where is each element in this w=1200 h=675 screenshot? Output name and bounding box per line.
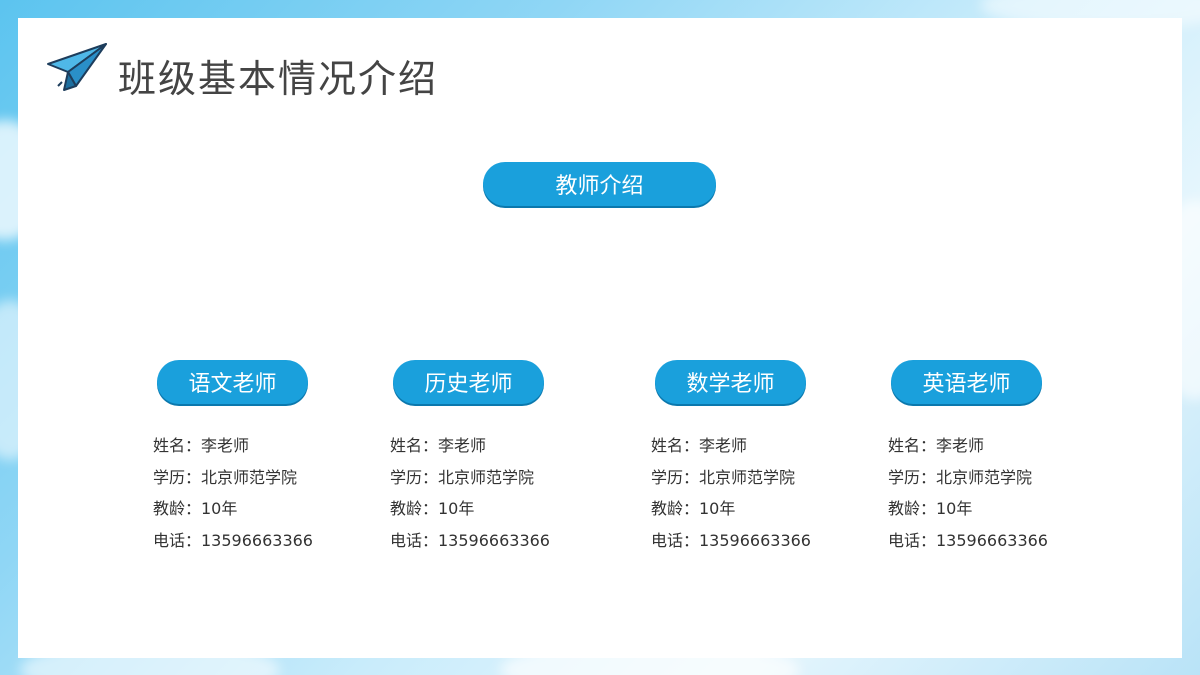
section-pill-teacher-intro: 教师介绍 xyxy=(483,162,716,206)
teacher-name: 姓名：李老师 xyxy=(651,436,748,455)
teacher-name: 姓名：李老师 xyxy=(390,436,487,455)
subject-pill-english: 英语老师 xyxy=(891,360,1042,404)
teacher-info-english: 姓名：李老师 学历：北京师范学院 教龄：10年 电话：13596663366 xyxy=(888,430,1048,556)
teacher-phone: 电话：13596663366 xyxy=(153,530,313,550)
teacher-education: 学历：北京师范学院 xyxy=(153,467,298,487)
page-title: 班级基本情况介绍 xyxy=(118,57,439,101)
content-panel xyxy=(18,18,1182,658)
subject-pill-history: 历史老师 xyxy=(393,360,544,404)
teacher-phone: 电话：13596663366 xyxy=(888,530,1048,550)
teacher-years: 教龄：10年 xyxy=(390,499,475,518)
teacher-education: 学历：北京师范学院 xyxy=(888,467,1033,487)
teacher-info-math: 姓名：李老师 学历：北京师范学院 教龄：10年 电话：13596663366 xyxy=(651,430,811,556)
teacher-name: 姓名：李老师 xyxy=(153,436,250,455)
teacher-education: 学历：北京师范学院 xyxy=(390,467,535,487)
subject-pill-math: 数学老师 xyxy=(655,360,806,404)
teacher-education: 学历：北京师范学院 xyxy=(651,467,796,487)
subject-pill-chinese: 语文老师 xyxy=(157,360,308,404)
teacher-info-history: 姓名：李老师 学历：北京师范学院 教龄：10年 电话：13596663366 xyxy=(390,430,550,556)
paper-plane-icon xyxy=(47,43,107,91)
teacher-years: 教龄：10年 xyxy=(888,499,973,518)
teacher-phone: 电话：13596663366 xyxy=(390,530,550,550)
teacher-name: 姓名：李老师 xyxy=(888,436,985,455)
teacher-years: 教龄：10年 xyxy=(651,499,736,518)
slide-background: 班级基本情况介绍 教师介绍 语文老师 历史老师 数学老师 英语老师 姓名：李老师… xyxy=(0,0,1200,675)
teacher-phone: 电话：13596663366 xyxy=(651,530,811,550)
teacher-info-chinese: 姓名：李老师 学历：北京师范学院 教龄：10年 电话：13596663366 xyxy=(153,430,313,556)
teacher-years: 教龄：10年 xyxy=(153,499,238,518)
panel-notch xyxy=(598,18,616,36)
